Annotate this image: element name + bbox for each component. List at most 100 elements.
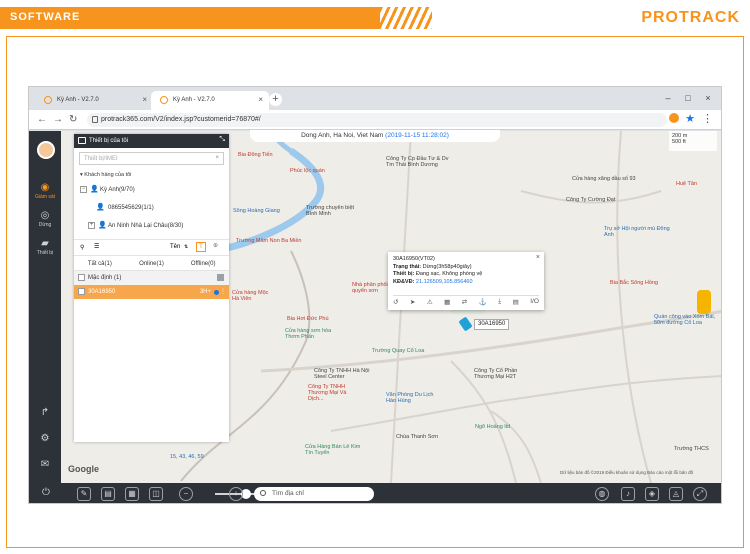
map-place[interactable]: Cửa Hàng Bán Lẻ Kim Tín Tuyển <box>305 444 363 456</box>
map-place[interactable]: Bia Hơi Đức Phú <box>287 316 329 322</box>
playback-icon[interactable]: ↺ <box>393 298 398 306</box>
street-view-pegman-icon[interactable] <box>697 290 711 314</box>
map-place[interactable]: Công Ty TNHH Hà Nội Steel Center <box>314 368 370 380</box>
map-place[interactable]: Bia Bắc Sông Hồng <box>610 280 658 286</box>
minimize-icon[interactable]: – <box>663 93 673 103</box>
collapse-box-icon[interactable]: − <box>80 186 87 193</box>
user-icon: 👤 <box>96 204 105 211</box>
map-place[interactable]: Trường Quay Cổ Loa <box>372 348 424 354</box>
traffic-icon[interactable]: ◈ <box>645 487 659 501</box>
map-place[interactable]: Cửa hàng Mộc Hà Viên <box>232 290 272 302</box>
fullscreen-icon[interactable]: ⤢ <box>693 487 707 501</box>
nav-stop[interactable]: ◎ Dừng <box>29 211 61 229</box>
maximize-icon[interactable]: □ <box>683 93 693 103</box>
close-popup-icon[interactable]: × <box>536 254 540 261</box>
url-field[interactable]: protrack365.com/V2/index.jsp?customerid=… <box>87 113 667 127</box>
map-place[interactable]: 15, 43, 46, 59 <box>170 454 204 460</box>
track-icon[interactable]: ➤ <box>410 298 415 306</box>
close-tab-icon[interactable]: × <box>142 95 147 104</box>
collapse-panel-icon[interactable]: ⤡ <box>219 136 225 144</box>
new-tab-button[interactable]: + <box>269 93 282 106</box>
mail-icon[interactable]: ✉ <box>29 459 61 470</box>
map-place[interactable]: Cửa hàng sơn hóa Thơm Phấn <box>285 328 333 340</box>
map-place[interactable]: Cửa hàng xăng dầu số 93 <box>572 176 636 182</box>
browser-tab-1[interactable]: Kỳ Anh - V2.7.0 × <box>35 91 153 110</box>
map-place[interactable]: Nhà phân phối quyển sơn <box>352 282 392 294</box>
device-list-group[interactable]: Mặc định (1) <box>74 271 229 285</box>
nav-monitor[interactable]: ◉ Giám sát <box>29 183 61 201</box>
back-icon[interactable]: ← <box>37 114 47 126</box>
tab-all[interactable]: Tất cả(1) <box>74 256 126 270</box>
map-place[interactable]: Công Ty Cp Đầu Tư & Dv Tm Thái Bình Dươn… <box>386 156 456 168</box>
fence-icon[interactable]: ◫ <box>149 487 163 501</box>
map-place[interactable]: Công Ty TNHH Thương Mại Và Dịch... <box>308 384 362 402</box>
map-place[interactable]: Sông Hoàng Giang <box>233 208 280 214</box>
text-filter-icon[interactable]: T <box>196 242 206 252</box>
map-place[interactable]: Chùa Thanh Sơn <box>396 434 438 440</box>
pin-icon[interactable]: ⚲ <box>80 244 84 251</box>
map-place[interactable]: Văn Phòng Du Lịch Hào Hùng <box>386 392 440 404</box>
reload-icon[interactable]: ↻ <box>69 114 77 126</box>
document-icon[interactable]: ▤ <box>513 298 519 306</box>
tab-online[interactable]: Online(1) <box>126 256 178 270</box>
map-place[interactable]: Ngõ Hoàng ltd <box>475 424 510 430</box>
list-view-icon[interactable]: ☰ <box>94 243 99 250</box>
map-place[interactable]: Quán công vào Xóm Bái, 50m đường Cổ Loa <box>654 314 720 326</box>
extension-icon[interactable] <box>669 113 679 123</box>
close-window-icon[interactable]: × <box>703 93 713 103</box>
zoom-out-icon[interactable]: − <box>179 487 193 501</box>
map-place[interactable]: Công Ty Cường Đạt <box>566 197 615 203</box>
browser-menu-icon[interactable]: ⋮ <box>702 112 713 125</box>
location-icon[interactable]: ◍ <box>595 487 609 501</box>
draw-icon[interactable]: ✎ <box>77 487 91 501</box>
browser-tab-2[interactable]: Kỳ Anh - V2.7.0 × <box>151 91 269 110</box>
map-place[interactable]: Trụ sở Hội người mù Đông Anh <box>604 226 676 238</box>
share-icon[interactable]: ⇄ <box>462 298 467 306</box>
grid-icon[interactable]: ▦ <box>444 298 450 306</box>
map-place[interactable]: Bia Đông Tiến <box>238 152 273 158</box>
nav-device[interactable]: ▰ Thiết bị <box>29 239 61 257</box>
tree-item[interactable]: − 👤 Kỳ Anh(9/70) <box>74 181 229 199</box>
io-icon[interactable]: I/O <box>530 298 539 305</box>
share-icon[interactable]: ↱ <box>29 407 61 418</box>
tree-item[interactable]: + 👤 An Ninh Nhà Lại Châu(8/30) <box>74 217 229 235</box>
sort-arrows-icon[interactable]: ⇅ <box>184 244 188 250</box>
vehicle-label[interactable]: 30A16950 <box>474 319 510 330</box>
more-icon[interactable]: ⋮ <box>220 285 226 299</box>
power-icon[interactable]: ⏻ <box>39 487 53 501</box>
layers-icon[interactable]: ▤ <box>101 487 115 501</box>
group-toggle-icon[interactable] <box>217 274 224 281</box>
tree-item[interactable]: 👤 0865545629(1/1) <box>74 199 229 217</box>
avatar[interactable] <box>37 141 55 159</box>
close-tab-icon[interactable]: × <box>258 95 263 104</box>
map-place[interactable]: Trường chuyên biệt Bình Minh <box>306 205 356 217</box>
report-icon[interactable]: ▦ <box>125 487 139 501</box>
bookmark-star-icon[interactable]: ★ <box>685 112 695 125</box>
device-list-item[interactable]: 30A16950 3H+ ⋮ <box>74 285 229 299</box>
sort-label[interactable]: Tên <box>170 244 180 250</box>
clear-search-icon[interactable]: × <box>215 155 219 161</box>
coord-value[interactable]: 21.126509,105.856460 <box>416 279 473 285</box>
lock-icon <box>92 116 98 123</box>
device-checkbox[interactable] <box>78 288 85 295</box>
device-search-input[interactable]: Thiết bị/IMEI × <box>79 152 224 165</box>
address-search-input[interactable]: Tìm địa chỉ <box>254 487 374 501</box>
map-place[interactable]: Trường THCS <box>674 446 709 452</box>
target-icon[interactable]: ⊕ <box>213 242 218 249</box>
tab-offline[interactable]: Offline(0) <box>177 256 229 270</box>
customer-group-header[interactable]: ▾ Khách hàng của tôi <box>74 169 229 181</box>
download-icon[interactable]: ⤓ <box>498 298 501 305</box>
alarm-icon[interactable]: ♪ <box>621 487 635 501</box>
expand-box-icon[interactable]: + <box>88 222 95 229</box>
map-place[interactable]: Trường Mầm Non Ba Miền <box>236 238 301 244</box>
forward-icon[interactable]: → <box>53 114 63 126</box>
group-checkbox[interactable] <box>78 274 85 281</box>
alert-icon[interactable]: ⚠ <box>427 298 433 306</box>
zoom-in-icon[interactable]: + <box>229 487 243 501</box>
map-place[interactable]: Huệ Tân <box>676 181 697 187</box>
map-place[interactable]: Phúc lộc quán <box>290 168 325 174</box>
map-place[interactable]: Công Ty Cổ Phần Thương Mại H2T <box>474 368 530 380</box>
satellite-icon[interactable]: ◬ <box>669 487 683 501</box>
settings-icon[interactable]: ⚙ <box>29 433 61 444</box>
anchor-icon[interactable]: ⚓ <box>479 298 487 306</box>
